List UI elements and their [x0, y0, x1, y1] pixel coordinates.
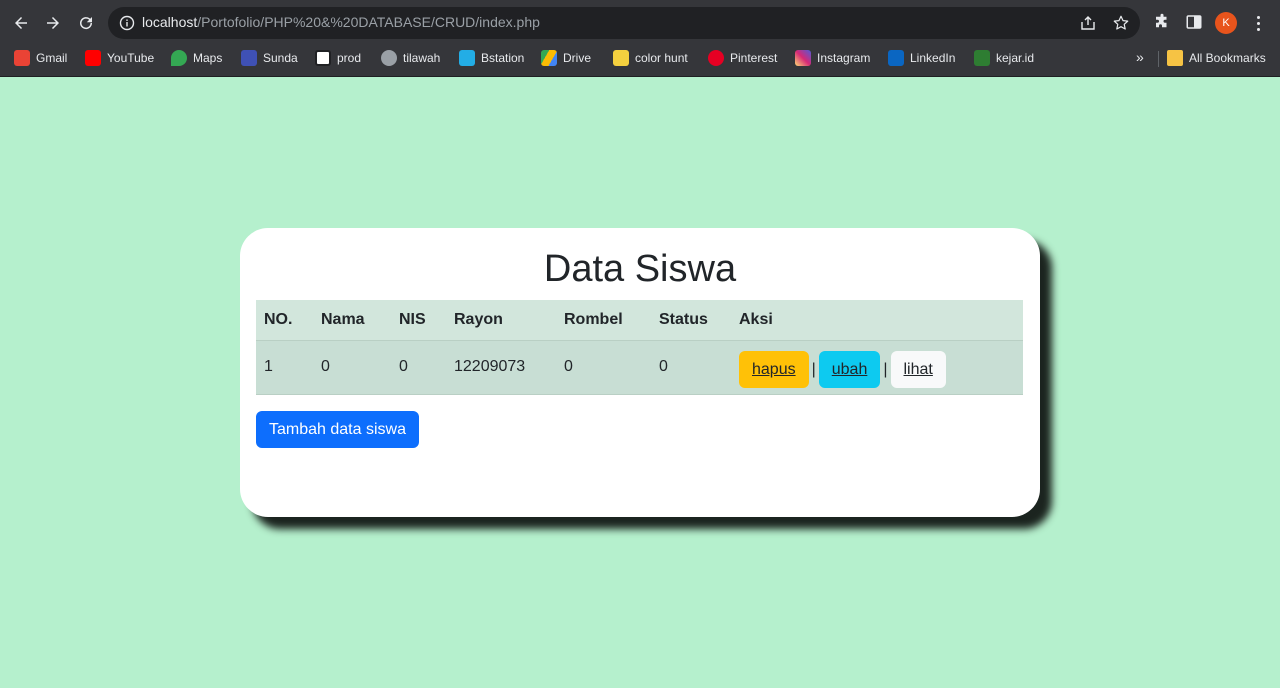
table-row: 1 0 0 12209073 0 0 hapus | ubah | lihat [256, 340, 1023, 395]
bstation-icon [459, 50, 475, 66]
edit-button[interactable]: ubah [818, 350, 881, 388]
bookmark-label: Instagram [817, 51, 871, 65]
browser-chrome: localhost/Portofolio/PHP%20&%20DATABASE/… [0, 0, 1280, 77]
tilawah-icon [381, 50, 397, 66]
bookmark-maps[interactable]: Maps [171, 49, 222, 67]
bookmark-label: Maps [193, 51, 223, 65]
page-title: Data Siswa [543, 248, 737, 290]
profile-avatar[interactable]: K [1215, 12, 1237, 34]
bookmark-instagram[interactable]: Instagram [795, 49, 870, 67]
bookmark-linkedin[interactable]: LinkedIn [888, 49, 955, 67]
all-bookmarks-button[interactable]: All Bookmarks [1167, 49, 1266, 67]
drive-icon [541, 50, 557, 66]
url-path: /Portofolio/PHP%20&%20DATABASE/CRUD/inde… [197, 14, 540, 30]
youtube-icon [85, 50, 101, 66]
action-separator: | [883, 360, 888, 378]
colorhunt-icon [613, 50, 629, 66]
bookmark-tilawah[interactable]: tilawah [381, 49, 440, 67]
reload-icon[interactable] [74, 11, 98, 35]
bookmark-star-icon[interactable] [1112, 14, 1130, 32]
header-status: Status [651, 300, 731, 341]
bookmark-label: Pinterest [730, 51, 778, 65]
header-no: NO. [256, 300, 313, 341]
site-info-icon[interactable] [119, 15, 135, 31]
browser-toolbar: localhost/Portofolio/PHP%20&%20DATABASE/… [0, 0, 1280, 46]
add-student-button[interactable]: Tambah data siswa [256, 411, 419, 448]
cell-nama: 0 [313, 340, 391, 395]
folder-icon [1167, 50, 1183, 66]
bookmark-label: Sunda [263, 51, 298, 65]
bookmark-label: Drive [563, 51, 592, 65]
notion-icon [315, 50, 331, 66]
bookmark-youtube[interactable]: YouTube [85, 49, 154, 67]
url-host: localhost [142, 14, 198, 30]
bookmark-color-hunt[interactable]: color hunt [613, 49, 688, 67]
header-rombel: Rombel [556, 300, 651, 341]
kejar-icon [974, 50, 990, 66]
bookmark-label: YouTube [107, 51, 155, 65]
header-nama: Nama [313, 300, 391, 341]
cell-rayon: 12209073 [446, 340, 556, 395]
bookmarks-overflow-button[interactable]: » [1136, 49, 1144, 65]
bookmark-label: tilawah [403, 51, 441, 65]
back-icon[interactable] [9, 11, 33, 35]
table-header-row: NO. Nama NIS Rayon Rombel Status Aksi [256, 300, 1023, 341]
pinterest-icon [708, 50, 724, 66]
gmail-icon [14, 50, 30, 66]
action-separator: | [811, 360, 816, 378]
cell-nis: 0 [391, 340, 446, 395]
share-icon[interactable] [1080, 15, 1096, 31]
bookmark-pinterest[interactable]: Pinterest [708, 49, 777, 67]
bookmark-kejar-id[interactable]: kejar.id [974, 49, 1034, 67]
bookmark-label: Bstation [481, 51, 525, 65]
cell-rombel: 0 [556, 340, 651, 395]
cell-status: 0 [651, 340, 731, 395]
bookmark-label: prod [337, 51, 362, 65]
bookmarks-bar: Gmail YouTube Maps Sunda prod tilawah Bs… [0, 46, 1280, 70]
bookmark-bstation[interactable]: Bstation [459, 49, 524, 67]
side-panel-icon[interactable] [1185, 13, 1203, 31]
bookmarks-divider [1158, 51, 1159, 67]
header-nis: NIS [391, 300, 446, 341]
all-bookmarks-label: All Bookmarks [1189, 51, 1266, 65]
cell-no: 1 [256, 340, 313, 395]
bookmark-label: kejar.id [996, 51, 1035, 65]
bookmark-label: color hunt [635, 51, 688, 65]
menu-icon[interactable] [1251, 12, 1265, 34]
bookmark-prod[interactable]: prod [315, 49, 361, 67]
bookmark-label: LinkedIn [910, 51, 956, 65]
bookmark-sunda[interactable]: Sunda [241, 49, 298, 67]
url-text: localhost/Portofolio/PHP%20&%20DATABASE/… [142, 14, 540, 30]
address-bar[interactable]: localhost/Portofolio/PHP%20&%20DATABASE/… [108, 7, 1140, 39]
instagram-icon [795, 50, 811, 66]
header-aksi: Aksi [731, 300, 1023, 341]
students-table: NO. Nama NIS Rayon Rombel Status Aksi 1 … [256, 300, 1023, 395]
data-card: Data Siswa NO. Nama NIS Rayon Rombel Sta… [240, 228, 1040, 517]
delete-button[interactable]: hapus [739, 350, 809, 388]
cell-aksi: hapus | ubah | lihat [731, 340, 1023, 395]
bookmark-gmail[interactable]: Gmail [14, 49, 67, 67]
maps-icon [171, 50, 187, 66]
extensions-icon[interactable] [1153, 13, 1171, 31]
view-button[interactable]: lihat [890, 350, 946, 388]
bookmark-drive[interactable]: Drive [541, 49, 591, 67]
header-rayon: Rayon [446, 300, 556, 341]
bookmark-label: Gmail [36, 51, 68, 65]
sunda-icon [241, 50, 257, 66]
forward-icon[interactable] [41, 11, 65, 35]
linkedin-icon [888, 50, 904, 66]
